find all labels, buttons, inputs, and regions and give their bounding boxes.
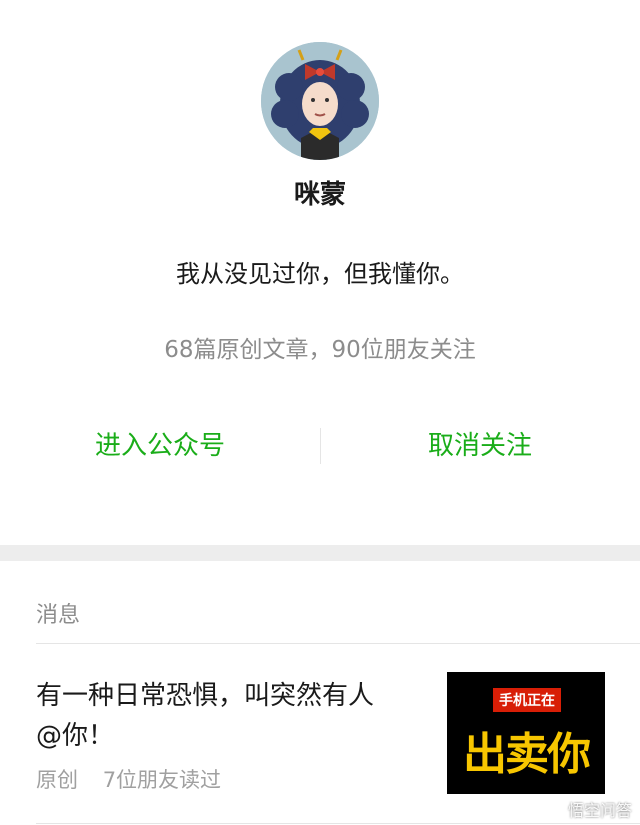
unfollow-button[interactable]: 取消关注 [320,422,640,470]
account-slogan: 我从没见过你，但我懂你。 [176,260,464,288]
divider [36,823,640,824]
thumbnail-big-text: 出卖你 [463,729,591,780]
article-thumbnail[interactable]: 手机正在 出卖你 [447,672,605,794]
account-name: 咪蒙 [293,180,346,210]
article-item[interactable]: 有一种日常恐惧，叫突然有人@你！ 原创 7位朋友读过 手机正在 出卖你 [0,644,640,814]
watermark-text: 悟空问答 [567,801,632,820]
section-gap [0,545,640,561]
messages-section: 消息 有一种日常恐惧，叫突然有人@你！ 原创 7位朋友读过 手机正在 出卖你 悟… [0,561,640,825]
messages-title: 消息 [36,603,81,628]
article-meta: 原创 7位朋友读过 [36,764,239,794]
account-stats: 68篇原创文章，90位朋友关注 [164,337,476,363]
original-tag: 原创 [36,768,78,792]
read-count: 7位朋友读过 [102,768,222,792]
avatar-illustration-icon [261,42,379,160]
action-bar: 进入公众号 取消关注 [0,422,640,470]
article-title[interactable]: 有一种日常恐惧，叫突然有人@你！ [36,676,386,756]
profile-card: 咪蒙 我从没见过你，但我懂你。 68篇原创文章，90位朋友关注 进入公众号 取消… [0,0,640,545]
avatar[interactable] [261,42,379,160]
watermark: 悟空问答 [546,797,632,821]
thumbnail-top-text: 手机正在 [493,688,561,712]
enter-account-button[interactable]: 进入公众号 [0,422,320,470]
wukong-logo-icon [546,801,565,819]
